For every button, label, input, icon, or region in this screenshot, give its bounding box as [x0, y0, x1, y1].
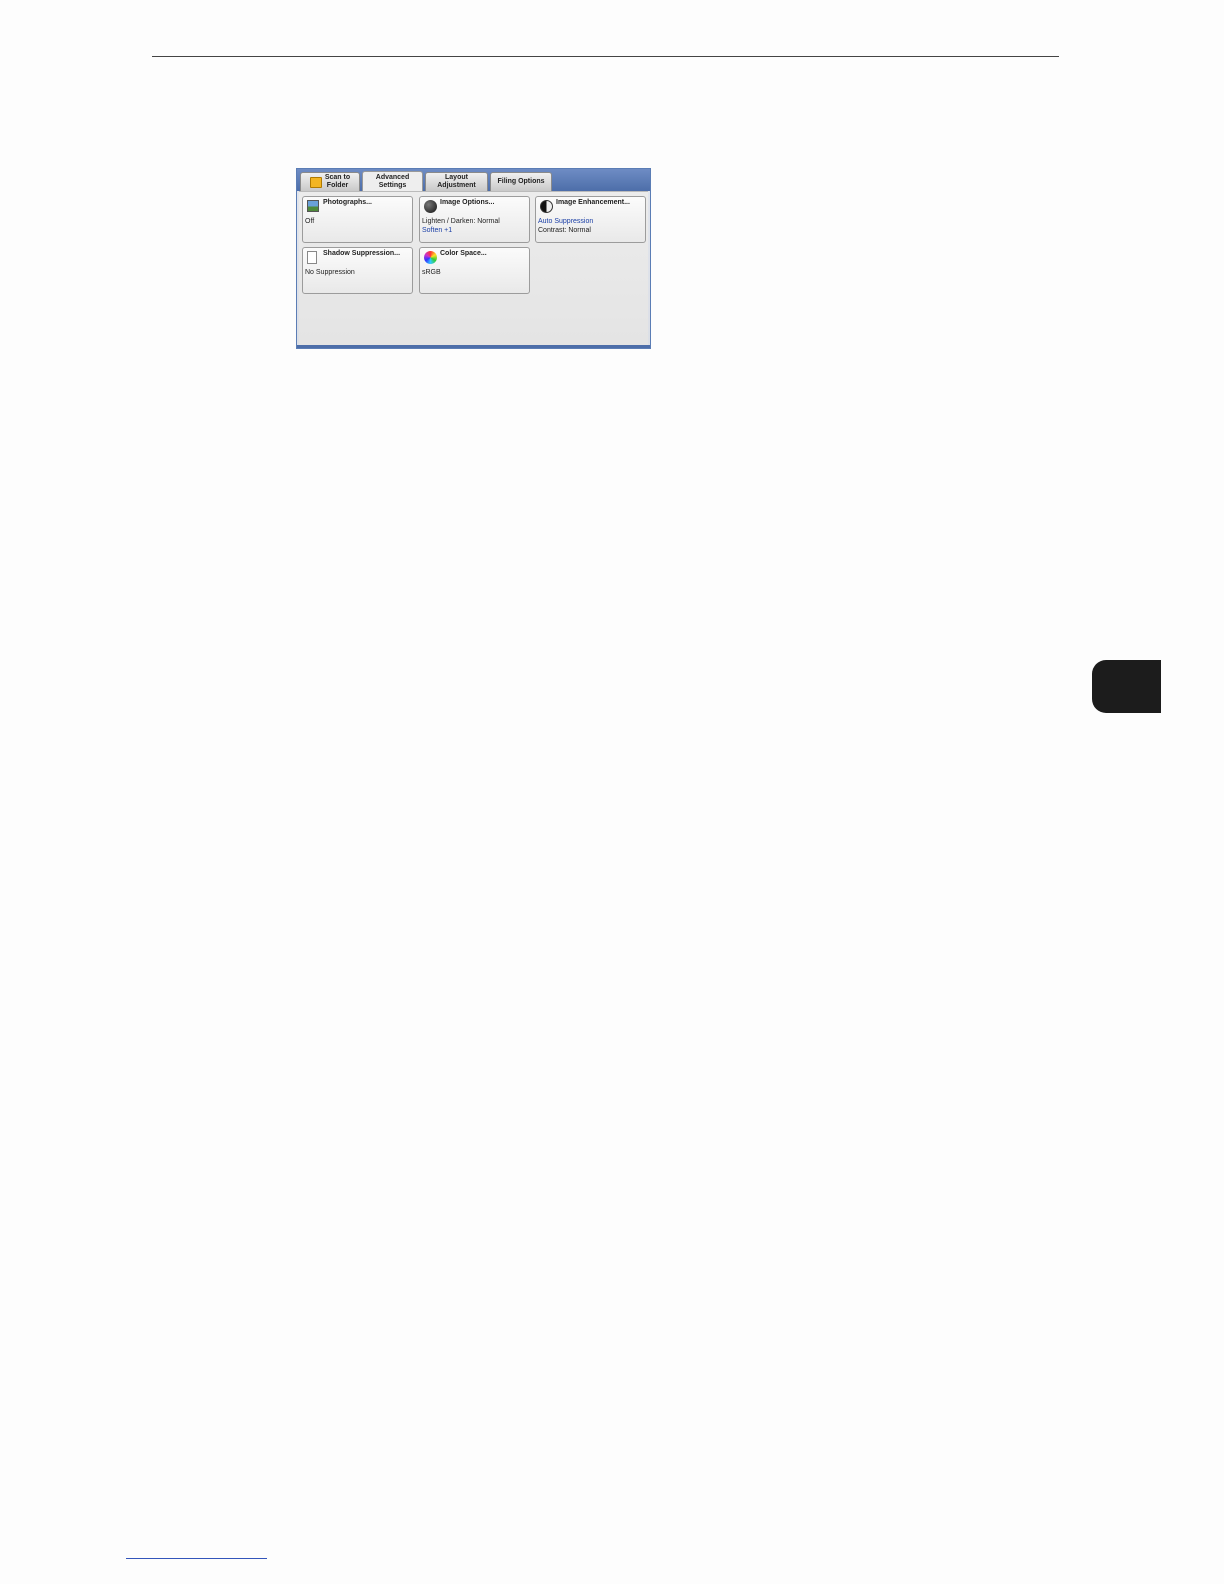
half-circle-icon [540, 200, 553, 213]
tile-value: Off [305, 218, 315, 225]
tile-value: sRGB [422, 269, 441, 276]
tab-filing-options[interactable]: Filing Options [490, 172, 552, 191]
tile-value: No Suppression [305, 269, 355, 276]
circle-icon [424, 200, 437, 213]
tile-value: Auto Suppression [538, 218, 594, 225]
tab-label: Scan to Folder [324, 174, 351, 189]
document-icon [307, 251, 317, 264]
color-space-button[interactable]: Color Space... sRGB [419, 247, 530, 294]
tile-title: Image Enhancement... [556, 199, 630, 206]
footer-link-underline [126, 1558, 267, 1559]
shadow-suppression-button[interactable]: Shadow Suppression... No Suppression [302, 247, 413, 294]
photographs-button[interactable]: Photographs... Off [302, 196, 413, 243]
tab-label: Layout Adjustment [437, 174, 476, 189]
photo-icon [307, 200, 319, 212]
advanced-settings-panel: Scan to Folder Advanced Settings Layout … [296, 168, 651, 349]
tile-title: Photographs... [323, 199, 372, 206]
tab-advanced-settings[interactable]: Advanced Settings [362, 171, 423, 191]
tile-title: Shadow Suppression... [323, 250, 401, 257]
tile-value-secondary: Soften +1 [422, 227, 453, 234]
header-rule [152, 56, 1059, 57]
color-wheel-icon [424, 251, 437, 264]
panel-bottom-bar [297, 345, 650, 348]
image-enhancement-button[interactable]: Image Enhancement... Auto Suppression Co… [535, 196, 646, 243]
tile-title: Image Options... [440, 199, 495, 206]
tile-value: Lighten / Darken: Normal [422, 218, 500, 225]
folder-icon [309, 176, 322, 188]
tab-label: Advanced Settings [375, 173, 410, 189]
tab-content: Photographs... Off Image Options... Ligh… [299, 191, 648, 345]
tab-label: Filing Options [497, 178, 545, 185]
tab-scan-to-folder[interactable]: Scan to Folder [300, 172, 360, 191]
chapter-tab [1092, 660, 1161, 713]
tab-layout-adjustment[interactable]: Layout Adjustment [425, 172, 488, 191]
tile-value-secondary: Contrast: Normal [538, 227, 591, 234]
tile-title: Color Space... [440, 250, 487, 257]
image-options-button[interactable]: Image Options... Lighten / Darken: Norma… [419, 196, 530, 243]
tab-bar: Scan to Folder Advanced Settings Layout … [297, 169, 650, 191]
